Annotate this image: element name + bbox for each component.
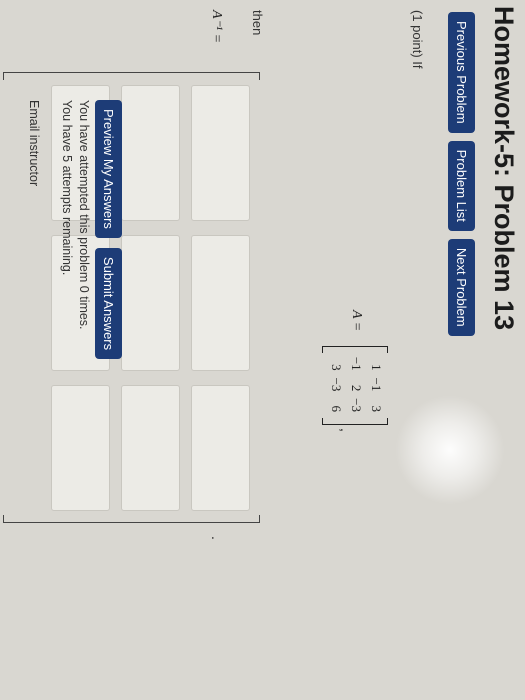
preview-answers-button[interactable]: Preview My Answers: [95, 100, 122, 238]
answer-buttons: Preview My Answers Submit Answers: [95, 100, 122, 360]
attempts-remaining-text: You have 5 attempts remaining.: [60, 100, 74, 276]
answer-actions-section: Preview My Answers Submit Answers You ha…: [0, 0, 525, 700]
attempts-made-text: You have attempted this problem 0 times.: [77, 100, 91, 330]
submit-answers-button[interactable]: Submit Answers: [95, 247, 122, 360]
email-instructor-link[interactable]: Email instructor: [27, 100, 41, 186]
attempt-status: You have attempted this problem 0 times.…: [58, 100, 92, 330]
